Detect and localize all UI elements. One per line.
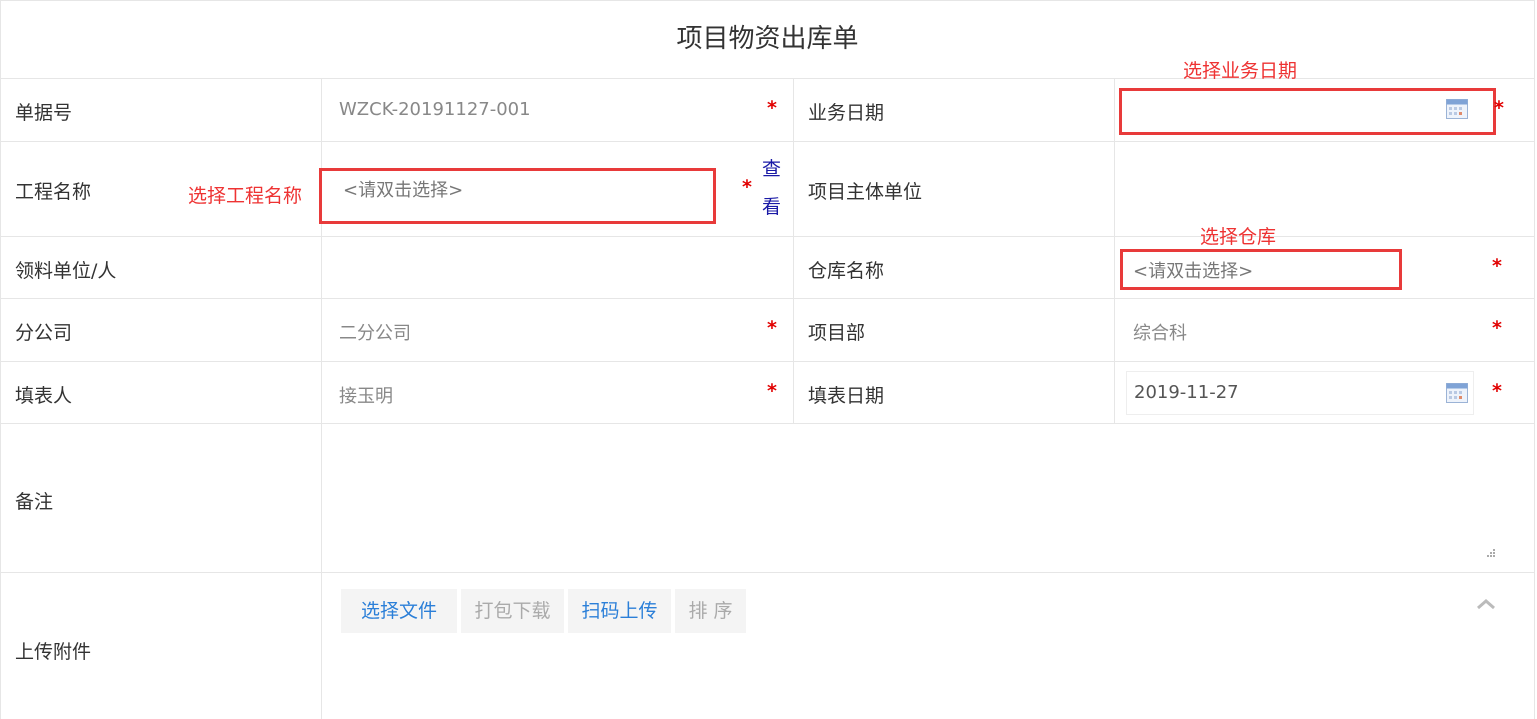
row-divider <box>0 141 1535 142</box>
project-name-label: 工程名称 <box>15 181 92 203</box>
page-title: 项目物资出库单 <box>676 24 859 54</box>
row-divider <box>0 572 1535 573</box>
receiver-label: 领料单位/人 <box>15 260 117 282</box>
branch-value: 二分公司 <box>339 323 411 344</box>
scan-upload-button[interactable]: 扫码上传 <box>568 589 671 633</box>
doc-no-label: 单据号 <box>15 102 73 124</box>
filler-value: 接玉明 <box>339 386 393 407</box>
remark-label: 备注 <box>15 491 54 513</box>
required-mark: * <box>1492 317 1502 339</box>
required-mark: * <box>767 317 777 339</box>
warehouse-label: 仓库名称 <box>808 260 885 282</box>
fill-date-label: 填表日期 <box>808 385 885 407</box>
pack-download-button[interactable]: 打包下载 <box>461 589 564 633</box>
sort-button[interactable]: 排 序 <box>675 589 746 633</box>
required-mark: * <box>1492 380 1502 402</box>
row-divider <box>0 78 1535 79</box>
row-divider <box>0 236 1535 237</box>
biz-date-input[interactable] <box>1119 88 1496 135</box>
warehouse-placeholder: <请双击选择> <box>1133 261 1254 282</box>
annotation-select-warehouse: 选择仓库 <box>1200 226 1277 248</box>
doc-no-value: WZCK-20191127-001 <box>339 99 531 120</box>
project-unit-label: 项目主体单位 <box>808 181 923 203</box>
row-divider <box>0 361 1535 362</box>
annotation-select-date: 选择业务日期 <box>1183 60 1298 82</box>
view-project-link[interactable]: 查看 <box>762 150 784 226</box>
required-mark: * <box>742 176 752 198</box>
dept-value: 综合科 <box>1133 323 1187 344</box>
required-mark: * <box>1492 255 1502 277</box>
select-file-button[interactable]: 选择文件 <box>341 589 457 633</box>
dept-label: 项目部 <box>808 322 866 344</box>
attachment-label: 上传附件 <box>15 641 92 663</box>
col-divider <box>793 78 794 423</box>
calendar-icon[interactable] <box>1446 99 1468 119</box>
remark-textarea[interactable] <box>322 424 1502 570</box>
filler-label: 填表人 <box>15 385 73 407</box>
required-mark: * <box>767 380 777 402</box>
branch-label: 分公司 <box>15 322 73 344</box>
calendar-icon[interactable] <box>1446 383 1468 403</box>
required-mark: * <box>1494 97 1504 119</box>
chevron-up-icon[interactable] <box>1475 596 1497 610</box>
resize-handle-icon[interactable] <box>1484 545 1496 557</box>
required-mark: * <box>767 97 777 119</box>
col-divider <box>1114 78 1115 423</box>
annotation-select-project: 选择工程名称 <box>188 185 303 207</box>
project-name-placeholder: <请双击选择> <box>343 180 464 201</box>
fill-date-value: 2019-11-27 <box>1134 382 1239 403</box>
row-divider <box>0 298 1535 299</box>
biz-date-label: 业务日期 <box>808 102 885 124</box>
